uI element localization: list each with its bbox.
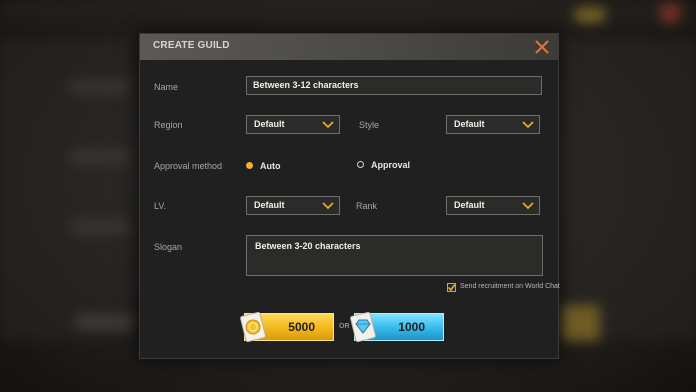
approval-auto-radio[interactable]: Auto [246, 161, 296, 173]
chevron-down-icon [322, 202, 334, 210]
radio-unselected-icon [357, 161, 364, 168]
blurred-row [70, 80, 130, 94]
create-with-gold-button[interactable]: 5000 [240, 311, 334, 343]
name-label: Name [154, 82, 179, 92]
approval-manual-radio[interactable]: Approval [357, 160, 427, 172]
chevron-down-icon [322, 121, 334, 129]
diamond-amount: 1000 [398, 320, 425, 334]
radio-selected-icon [246, 162, 253, 169]
diamond-ticket-icon [350, 311, 376, 343]
blurred-badge [660, 4, 680, 22]
create-with-diamond-button[interactable]: 1000 [350, 311, 444, 343]
style-label: Style [359, 120, 380, 130]
slogan-textarea[interactable]: Between 3-20 characters [246, 235, 543, 276]
dialog-header: CREATE GUILD [140, 34, 558, 60]
region-value: Default [254, 119, 285, 129]
region-select[interactable]: Default [246, 115, 340, 134]
lv-value: Default [254, 200, 285, 210]
dialog-title: CREATE GUILD [153, 40, 230, 51]
lv-select[interactable]: Default [246, 196, 340, 215]
guild-name-input[interactable]: Between 3-12 characters [246, 76, 542, 95]
chevron-down-icon [522, 202, 534, 210]
lv-label: LV. [154, 201, 167, 211]
blurred-row [75, 315, 135, 329]
checkmark-icon [447, 284, 456, 292]
create-guild-dialog: CREATE GUILD Name Between 3-12 character… [139, 33, 560, 359]
region-label: Region [154, 120, 183, 130]
blurred-right-panel [562, 40, 696, 340]
approval-method-label: Approval method [154, 161, 223, 171]
style-select[interactable]: Default [446, 115, 540, 134]
gold-amount: 5000 [288, 320, 315, 334]
world-chat-recruit-label: Send recruitment on World Chat [460, 283, 560, 290]
rank-label: Rank [356, 201, 378, 211]
style-value: Default [454, 119, 485, 129]
gold-coin-ticket-icon [240, 311, 266, 343]
or-separator: OR [339, 323, 350, 330]
close-icon [535, 40, 549, 54]
checkbox-box [447, 283, 456, 292]
slogan-label: Slogan [154, 242, 183, 252]
blurred-row [70, 150, 130, 164]
rank-value: Default [454, 200, 485, 210]
blurred-row [70, 220, 130, 234]
approval-manual-label: Approval [371, 160, 411, 170]
blurred-currency [575, 8, 605, 22]
chevron-down-icon [522, 121, 534, 129]
close-button[interactable] [532, 37, 552, 57]
game-screen: CREATE GUILD Name Between 3-12 character… [0, 0, 696, 392]
world-chat-recruit-checkbox[interactable]: Send recruitment on World Chat [447, 283, 560, 293]
approval-auto-label: Auto [260, 161, 281, 171]
rank-select[interactable]: Default [446, 196, 540, 215]
blurred-button [560, 305, 600, 341]
